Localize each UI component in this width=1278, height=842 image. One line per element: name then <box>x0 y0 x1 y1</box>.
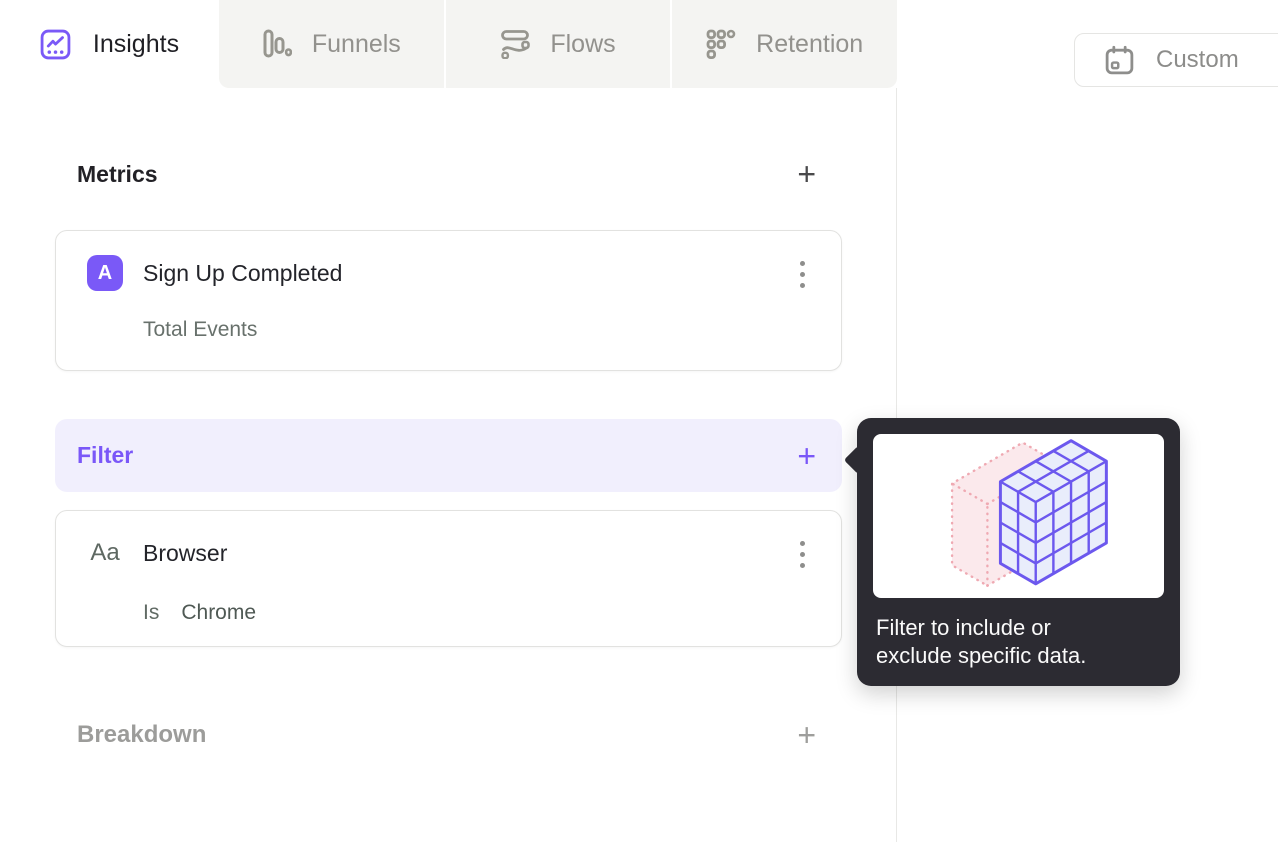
filter-value[interactable]: Chrome <box>181 601 256 625</box>
custom-date-label: Custom <box>1156 46 1239 73</box>
filter-tooltip: Filter to include or exclude specific da… <box>843 418 1180 686</box>
filter-card[interactable]: Aa Browser Is Chrome <box>55 510 842 647</box>
tab-funnels-label: Funnels <box>311 29 401 58</box>
metric-menu-button[interactable] <box>794 257 811 292</box>
filter-section-row[interactable]: Filter + <box>55 419 842 492</box>
kebab-dot <box>800 541 805 546</box>
kebab-dot <box>800 563 805 568</box>
metric-card[interactable]: A Sign Up Completed Total Events <box>55 230 842 371</box>
text-property-icon: Aa <box>90 539 120 566</box>
kebab-dot <box>800 283 805 288</box>
tab-flows[interactable]: Flows <box>443 0 671 88</box>
add-metric-button[interactable]: + <box>793 158 820 190</box>
tab-insights-label: Insights <box>92 29 180 58</box>
tab-retention[interactable]: Retention <box>670 0 897 88</box>
tab-retention-label: Retention <box>756 29 864 58</box>
metric-aggregation-label[interactable]: Total Events <box>143 318 257 342</box>
funnels-icon <box>262 29 292 59</box>
add-filter-button[interactable]: + <box>793 440 820 472</box>
filter-condition: Is Chrome <box>143 601 256 625</box>
filter-operator[interactable]: Is <box>143 601 159 625</box>
kebab-dot <box>800 272 805 277</box>
breakdown-header: Breakdown + <box>55 713 842 757</box>
tooltip-arrow <box>843 445 873 475</box>
metric-event-title: Sign Up Completed <box>143 259 343 286</box>
custom-date-button[interactable]: Custom <box>1074 33 1278 87</box>
filter-property-title: Browser <box>143 539 228 566</box>
tooltip-text-line1: Filter to include or <box>876 615 1051 640</box>
insights-query-builder: Insights Funnels Flows Retention Custom … <box>0 0 1278 842</box>
tooltip-text: Filter to include or exclude specific da… <box>876 614 1166 670</box>
filter-title: Filter <box>77 442 134 468</box>
tab-funnels[interactable]: Funnels <box>219 0 444 88</box>
tooltip-illustration-panel <box>873 434 1164 598</box>
calendar-icon <box>1103 44 1136 77</box>
inactive-tabs-group: Funnels Flows Retention <box>219 0 897 88</box>
flows-icon <box>500 29 531 59</box>
tab-flows-label: Flows <box>550 29 616 58</box>
filter-menu-button[interactable] <box>794 537 811 572</box>
retention-icon <box>706 29 736 59</box>
tab-insights[interactable]: Insights <box>0 0 219 88</box>
filter-card-row: Aa Browser <box>87 535 227 571</box>
metrics-header: Metrics + <box>55 152 842 196</box>
add-breakdown-button[interactable]: + <box>793 719 820 751</box>
cube-illustration <box>950 439 1108 588</box>
kebab-dot <box>800 261 805 266</box>
report-type-tabbar: Insights Funnels Flows Retention <box>0 0 897 88</box>
insights-icon <box>40 29 71 60</box>
metrics-title: Metrics <box>77 160 158 187</box>
kebab-dot <box>800 552 805 557</box>
metric-card-row: A Sign Up Completed <box>87 255 342 291</box>
breakdown-title: Breakdown <box>77 721 207 748</box>
metric-series-badge: A <box>87 255 123 291</box>
tooltip-text-line2: exclude specific data. <box>876 643 1087 668</box>
